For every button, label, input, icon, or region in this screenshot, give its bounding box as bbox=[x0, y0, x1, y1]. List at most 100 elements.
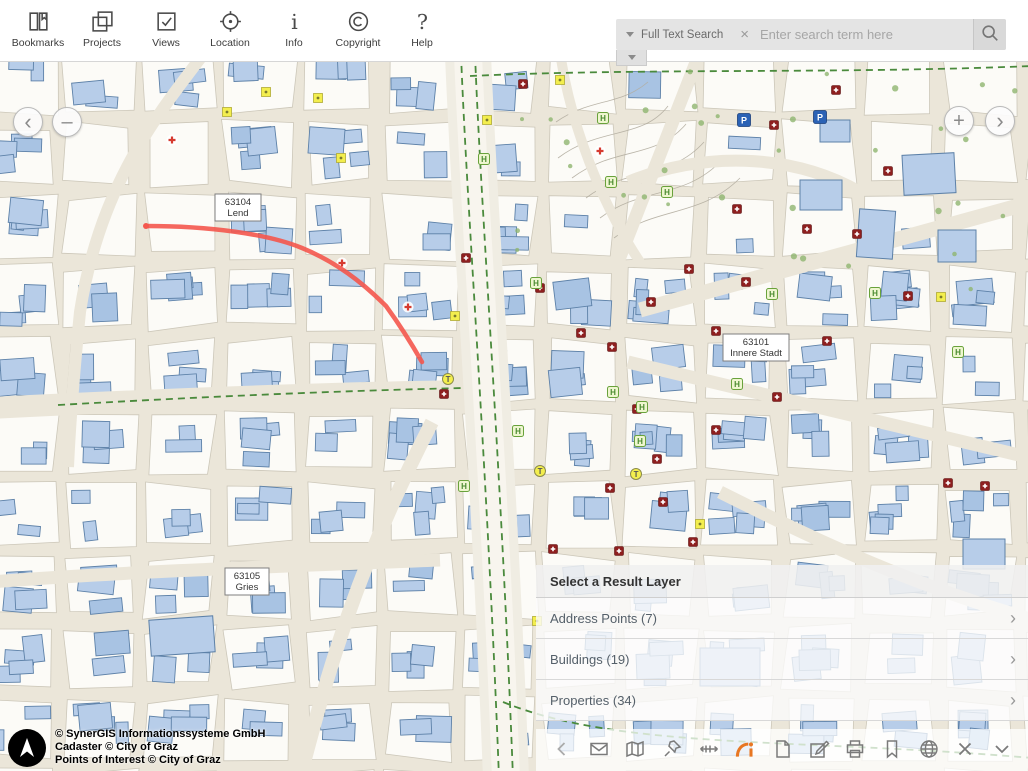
toolbar-button-projects[interactable]: Projects bbox=[72, 2, 132, 59]
poi-marker bbox=[549, 545, 558, 554]
svg-text:T: T bbox=[538, 467, 543, 476]
edit-button[interactable] bbox=[803, 734, 835, 766]
toolbar-button-location[interactable]: Location bbox=[200, 2, 260, 59]
poi-marker bbox=[606, 484, 615, 493]
pan-right-button[interactable]: › bbox=[985, 106, 1015, 136]
result-item-address-points[interactable]: Address Points (7) › bbox=[536, 598, 1028, 639]
map-overview-icon bbox=[624, 738, 646, 763]
attribution-line: © SynerGIS Informationssysteme GmbH bbox=[55, 728, 265, 741]
svg-text:63104: 63104 bbox=[225, 197, 251, 208]
poi-marker bbox=[653, 455, 662, 464]
bookmark-icon bbox=[881, 738, 903, 763]
svg-text:i: i bbox=[291, 10, 298, 34]
pin-icon bbox=[661, 738, 683, 763]
poi-marker-yellow bbox=[337, 154, 346, 163]
map-overview-button[interactable] bbox=[619, 734, 651, 766]
poi-marker bbox=[647, 298, 656, 307]
poi-marker-yellow bbox=[696, 520, 705, 529]
pin-button[interactable] bbox=[656, 734, 688, 766]
previous-icon bbox=[551, 738, 573, 763]
result-item-buildings[interactable]: Buildings (19) › bbox=[536, 639, 1028, 680]
svg-text:H: H bbox=[637, 437, 643, 446]
svg-text:T: T bbox=[634, 470, 639, 479]
map-viewport[interactable]: HHHHHHHHHHHHHHTTTPP 63104 Lend 63101 Inn… bbox=[0, 62, 1028, 771]
zoom-in-button[interactable]: + bbox=[944, 106, 974, 136]
medical-cross-marker bbox=[167, 135, 178, 146]
search-mode-button[interactable]: Full Text Search bbox=[616, 19, 733, 50]
chevron-right-icon: › bbox=[1010, 691, 1016, 709]
transit-stop-marker: H bbox=[662, 187, 673, 198]
medical-cross-marker bbox=[403, 302, 414, 313]
svg-text:H: H bbox=[610, 388, 616, 397]
svg-text:H: H bbox=[600, 114, 606, 123]
toolbar-label: Help bbox=[411, 37, 433, 49]
transit-stop-marker: H bbox=[479, 154, 490, 165]
toolbar-button-bookmarks[interactable]: Bookmarks bbox=[8, 2, 68, 59]
svg-text:H: H bbox=[639, 403, 645, 412]
transit-stop-marker: H bbox=[598, 113, 609, 124]
close-icon bbox=[954, 738, 976, 763]
toolbar-button-views[interactable]: Views bbox=[136, 2, 196, 59]
poi-marker-yellow bbox=[451, 312, 460, 321]
toolbar-button-info[interactable]: i Info bbox=[264, 2, 324, 59]
svg-text:Gries: Gries bbox=[236, 582, 259, 593]
transit-stop-marker: H bbox=[513, 426, 524, 437]
svg-text:H: H bbox=[769, 290, 775, 299]
search-input[interactable] bbox=[756, 27, 973, 42]
poi-marker bbox=[659, 498, 668, 507]
toolbar-button-copyright[interactable]: Copyright bbox=[328, 2, 388, 59]
bookmark-button[interactable] bbox=[876, 734, 908, 766]
toolbar-label: Info bbox=[285, 37, 303, 49]
poi-marker bbox=[773, 393, 782, 402]
identify-button[interactable] bbox=[729, 734, 761, 766]
svg-text:?: ? bbox=[416, 10, 427, 34]
transit-stop-marker: H bbox=[608, 387, 619, 398]
document-button[interactable] bbox=[766, 734, 798, 766]
poi-marker bbox=[615, 547, 624, 556]
result-item-label: Properties (34) bbox=[550, 693, 636, 708]
attribution-line: Cadaster © City of Graz bbox=[55, 741, 265, 754]
poi-marker bbox=[823, 337, 832, 346]
transit-stop-marker: H bbox=[606, 177, 617, 188]
svg-text:H: H bbox=[872, 289, 878, 298]
svg-text:63101: 63101 bbox=[743, 337, 769, 348]
poi-marker-yellow bbox=[937, 293, 946, 302]
copyright-icon bbox=[346, 9, 371, 34]
globe-button[interactable] bbox=[913, 734, 945, 766]
toolbar-label: Location bbox=[210, 37, 250, 49]
previous-button[interactable] bbox=[546, 734, 578, 766]
district-label-gries: 63105 Gries bbox=[225, 568, 269, 595]
zoom-out-button[interactable]: – bbox=[52, 107, 82, 137]
search-clear-button[interactable]: × bbox=[733, 27, 756, 42]
toolbar-label: Copyright bbox=[336, 37, 381, 49]
toolbar-label: Projects bbox=[83, 37, 121, 49]
poi-marker bbox=[832, 86, 841, 95]
poi-marker-yellow bbox=[556, 76, 565, 85]
parking-marker: P bbox=[738, 114, 751, 127]
search-button[interactable] bbox=[973, 19, 1006, 50]
collapse-button[interactable] bbox=[986, 734, 1018, 766]
search-area: Full Text Search × bbox=[616, 19, 1006, 50]
app-root: Bookmarks Projects Views Location bbox=[0, 0, 1028, 771]
svg-text:H: H bbox=[664, 188, 670, 197]
transit-stop-marker: H bbox=[637, 402, 648, 413]
pan-left-button[interactable]: ‹ bbox=[13, 107, 43, 137]
chevron-down-icon bbox=[626, 32, 634, 37]
result-item-properties[interactable]: Properties (34) › bbox=[536, 680, 1028, 721]
poi-marker bbox=[733, 205, 742, 214]
svg-text:Lend: Lend bbox=[227, 208, 248, 219]
projects-icon bbox=[90, 9, 115, 34]
email-button[interactable] bbox=[583, 734, 615, 766]
tram-stop-marker: T bbox=[443, 374, 454, 385]
svg-text:P: P bbox=[817, 113, 823, 123]
poi-marker bbox=[712, 426, 721, 435]
poi-marker-yellow bbox=[262, 88, 271, 97]
svg-text:63105: 63105 bbox=[234, 571, 260, 582]
print-icon bbox=[844, 738, 866, 763]
toolbar-button-help[interactable]: ? Help bbox=[392, 2, 452, 59]
parking-marker: P bbox=[814, 111, 827, 124]
print-button[interactable] bbox=[839, 734, 871, 766]
search-options-toggle[interactable] bbox=[616, 50, 647, 66]
measure-button[interactable] bbox=[693, 734, 725, 766]
close-button[interactable] bbox=[949, 734, 981, 766]
